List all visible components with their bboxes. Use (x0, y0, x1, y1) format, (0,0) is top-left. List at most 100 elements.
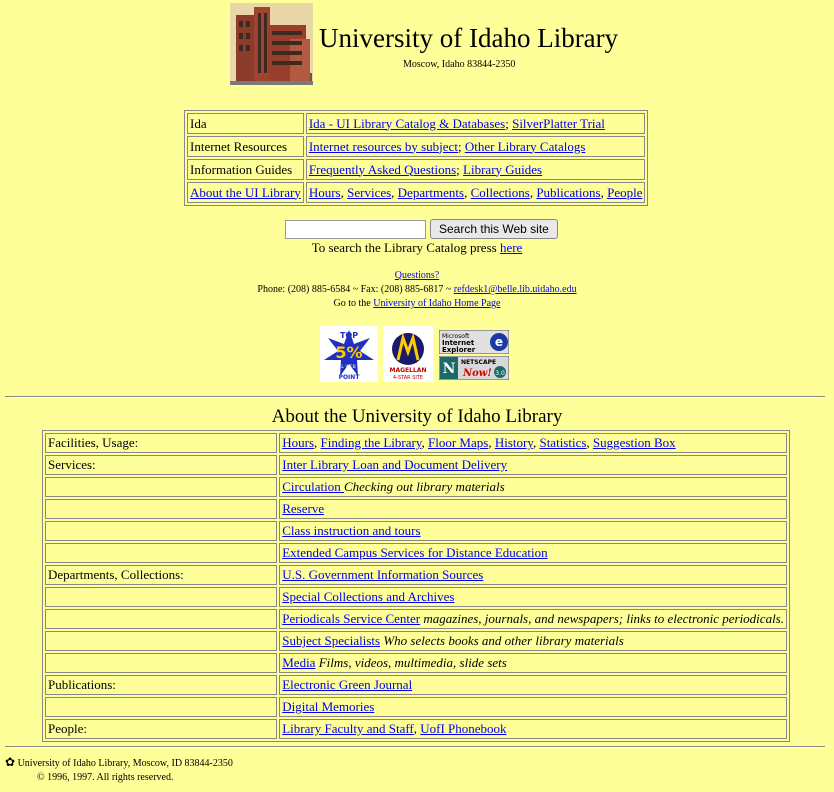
hours-link[interactable]: Hours (282, 435, 314, 450)
point-badge-line2: 5% (335, 343, 362, 362)
catalog-here-link[interactable]: here (500, 240, 522, 255)
electronic-green-journal-link[interactable]: Electronic Green Journal (282, 677, 412, 692)
nav-row-label-cell: Ida (187, 113, 304, 134)
divider-bottom (5, 746, 825, 748)
ns-badge-line3: 3.0 (495, 370, 505, 377)
about-table-row: Reserve (45, 499, 787, 519)
phone-fax-text: Phone: (208) 885-6584 ~ Fax: (208) 885-6… (257, 284, 452, 295)
uidaho-home-link[interactable]: University of Idaho Home Page (373, 298, 500, 309)
page-subtitle: Moscow, Idaho 83844-2350 (403, 59, 516, 70)
about-row-label (45, 653, 278, 673)
extended-campus-services-for-distance-education-link[interactable]: Extended Campus Services for Distance Ed… (282, 545, 547, 560)
nav-row-label-cell: About the UI Library (187, 182, 304, 203)
nav-row-label-cell: Information Guides (187, 159, 304, 180)
publications-link[interactable]: Publications (536, 185, 600, 200)
about-row-label (45, 697, 278, 717)
people-link[interactable]: People (607, 185, 642, 200)
main-nav-table: Ida Ida - UI Library Catalog & Databases;… (184, 110, 649, 206)
nav-row-label: Internet Resources (190, 138, 288, 154)
about-row-note: Checking out library materials (343, 479, 505, 494)
about-table-row: Media Films, videos, multimedia, slide s… (45, 653, 787, 673)
about-row-links-cell: U.S. Government Information Sources (279, 565, 787, 585)
frequently-asked-questions-link[interactable]: Frequently Asked Questions (309, 162, 456, 177)
ie-logo-icon: e (495, 335, 503, 349)
special-collections-and-archives-link[interactable]: Special Collections and Archives (282, 589, 454, 604)
search-button[interactable]: Search this Web site (430, 219, 558, 239)
about-row-label: People: (45, 719, 278, 739)
about-row-links-cell: Subject Specialists Who selects books an… (279, 631, 787, 651)
hours-link[interactable]: Hours (309, 185, 341, 200)
statistics-link[interactable]: Statistics (539, 435, 586, 450)
u-s-government-information-sources-link[interactable]: U.S. Government Information Sources (282, 567, 483, 582)
footer-copyright: © 1996, 1997. All rights reserved. (37, 772, 174, 783)
about-row-links-cell: Digital Memories (279, 697, 787, 717)
page-title: University of Idaho Library (319, 23, 619, 53)
about-row-links-cell: Inter Library Loan and Document Delivery (279, 455, 787, 475)
internet-resources-by-subject-link[interactable]: Internet resources by subject (309, 139, 458, 154)
about-row-links-cell: Hours, Finding the Library, Floor Maps, … (279, 433, 787, 453)
internet-explorer-badge[interactable]: Microsoft Internet Explorer e (439, 330, 509, 354)
catalog-hint-text: To search the Library Catalog press (311, 240, 497, 255)
media-link[interactable]: Media (282, 655, 315, 670)
questions-link[interactable]: Questions? (395, 270, 439, 281)
netscape-now-badge[interactable]: N NETSCAPE Now! 3.0 (439, 356, 509, 380)
about-table-row: People: Library Faculty and Staff, UofI P… (45, 719, 787, 739)
about-row-label (45, 609, 278, 629)
about-row-links-cell: Extended Campus Services for Distance Ed… (279, 543, 787, 563)
nav-row-links-cell: Ida - UI Library Catalog & Databases; Si… (305, 113, 646, 134)
about-table-row: Subject Specialists Who selects books an… (45, 631, 787, 651)
uofi-phonebook-link[interactable]: UofI Phonebook (420, 721, 506, 736)
departments-link[interactable]: Departments (398, 185, 464, 200)
divider-top (5, 396, 825, 398)
magellan-badge[interactable]: MAGELLAN 4-STAR SITE (383, 326, 433, 382)
ida-ui-library-catalog-databases-link[interactable]: Ida - UI Library Catalog & Databases (309, 116, 505, 131)
nav-table-row: About the UI Library Hours, Services, Dep… (187, 182, 646, 203)
subject-specialists-link[interactable]: Subject Specialists (282, 633, 380, 648)
ns-badge-line1: NETSCAPE (461, 359, 496, 366)
other-library-catalogs-link[interactable]: Other Library Catalogs (465, 139, 586, 154)
point-badge-line3: OF ALL WEB SITES (328, 364, 370, 370)
nav-table-row: Information Guides Frequently Asked Quest… (187, 159, 646, 180)
silverplatter-trial-link[interactable]: SilverPlatter Trial (512, 116, 605, 131)
email-link[interactable]: refdesk1@belle.lib.uidaho.edu (454, 284, 577, 295)
point-badge-line4: POINT (339, 374, 361, 381)
about-ui-library-link[interactable]: About the UI Library (190, 185, 301, 200)
floor-maps-link[interactable]: Floor Maps (428, 435, 488, 450)
nav-row-label: Information Guides (190, 161, 293, 177)
about-row-links-cell: Library Faculty and Staff, UofI Phoneboo… (279, 719, 787, 739)
class-instruction-and-tours-link[interactable]: Class instruction and tours (282, 523, 420, 538)
nav-row-links-cell: Hours, Services, Departments, Collection… (305, 182, 646, 203)
about-row-links-cell: Electronic Green Journal (279, 675, 787, 695)
nav-table-row: Ida Ida - UI Library Catalog & Databases;… (187, 113, 646, 134)
library-faculty-and-staff-link[interactable]: Library Faculty and Staff (282, 721, 414, 736)
inter-library-loan-and-document-delivery-link[interactable]: Inter Library Loan and Document Delivery (282, 457, 507, 472)
search-input[interactable] (285, 219, 426, 239)
library-guides-link[interactable]: Library Guides (463, 162, 542, 177)
periodicals-service-center-link[interactable]: Periodicals Service Center (282, 611, 420, 626)
history-link[interactable]: History (495, 435, 533, 450)
suggestion-box-link[interactable]: Suggestion Box (593, 435, 676, 450)
point-top5-badge[interactable]: TOP 5% OF ALL WEB SITES POINT (320, 326, 378, 382)
about-table-row: Services: Inter Library Loan and Document… (45, 455, 787, 475)
about-row-note: magazines, journals, and newspapers; lin… (420, 611, 784, 626)
about-row-links-cell: Media Films, videos, multimedia, slide s… (279, 653, 787, 673)
nav-row-links-cell: Internet resources by subject; Other Lib… (305, 136, 646, 157)
reserve-link[interactable]: Reserve (282, 501, 324, 516)
digital-memories-link[interactable]: Digital Memories (282, 699, 374, 714)
ns-badge-line2: Now! (462, 368, 492, 379)
about-table-row: Facilities, Usage: Hours, Finding the Lib… (45, 433, 787, 453)
about-table-row: Publications: Electronic Green Journal (45, 675, 787, 695)
collections-link[interactable]: Collections (471, 185, 530, 200)
about-table: Facilities, Usage: Hours, Finding the Lib… (42, 430, 790, 742)
about-row-note: Films, videos, multimedia, slide sets (315, 655, 507, 670)
library-building-image (230, 3, 313, 85)
services-link[interactable]: Services (347, 185, 391, 200)
about-table-row: Periodicals Service Center magazines, jo… (45, 609, 787, 629)
about-row-links-cell: Special Collections and Archives (279, 587, 787, 607)
circulation-link[interactable]: Circulation (282, 479, 344, 494)
about-row-label (45, 477, 278, 497)
about-row-label: Departments, Collections: (45, 565, 278, 585)
page-header: University of Idaho Library Moscow, Idah… (230, 3, 618, 87)
finding-the-library-link[interactable]: Finding the Library (321, 435, 422, 450)
about-row-label (45, 543, 278, 563)
